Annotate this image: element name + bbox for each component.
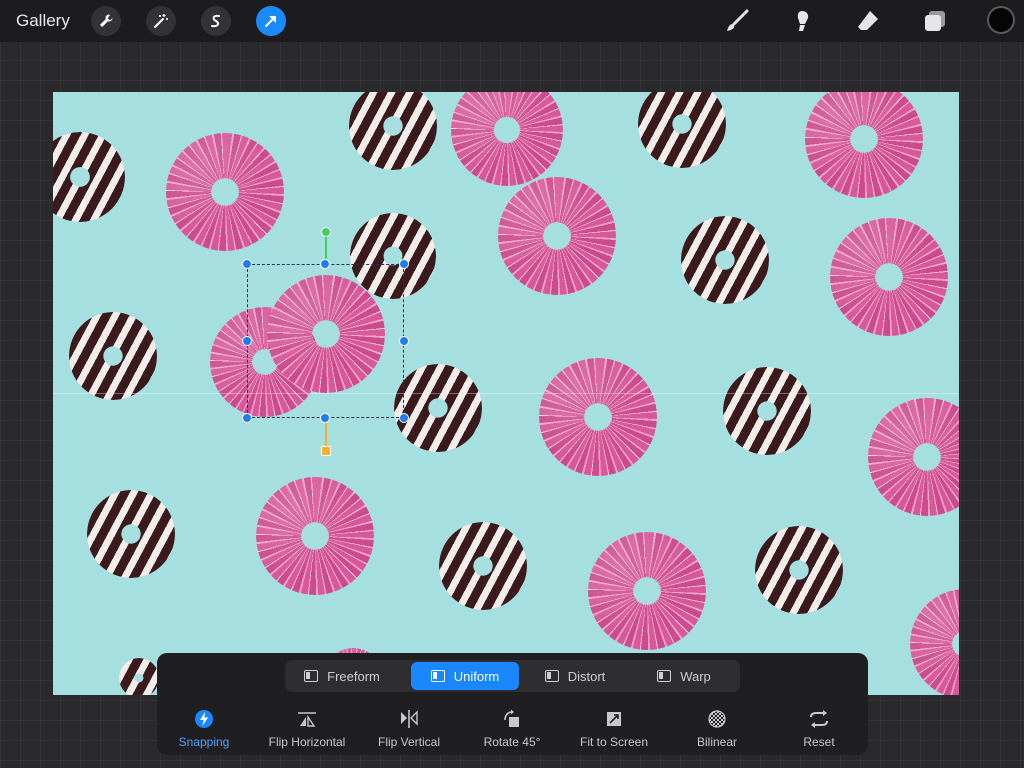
transform-button[interactable] xyxy=(256,6,286,36)
transform-arrow-icon xyxy=(265,16,276,27)
selection-button[interactable] xyxy=(201,6,231,36)
transform-panel: Freeform Uniform Distort Warp Snapping F… xyxy=(157,653,868,755)
transform-handle[interactable] xyxy=(320,413,330,423)
pink-donut xyxy=(451,92,563,186)
layers-icon xyxy=(925,11,945,31)
wrench-icon xyxy=(100,14,113,27)
mode-warp[interactable]: Warp xyxy=(630,662,738,690)
flip-vertical-button[interactable]: Flip Vertical xyxy=(354,708,464,749)
freeform-icon xyxy=(304,670,319,682)
snapping-button[interactable]: Snapping xyxy=(149,708,259,749)
flip-vertical-icon xyxy=(398,708,420,730)
transform-handle[interactable] xyxy=(399,259,409,269)
distort-icon xyxy=(544,670,559,682)
artwork-canvas[interactable] xyxy=(53,92,959,695)
pink-donut xyxy=(588,532,706,650)
brush-icon xyxy=(727,9,749,31)
transform-bounding-box[interactable] xyxy=(247,264,404,418)
chocolate-donut xyxy=(394,364,482,452)
rotation-handle[interactable] xyxy=(321,227,331,237)
transform-handle[interactable] xyxy=(320,259,330,269)
rotate-45-icon xyxy=(501,708,523,730)
adjustments-button[interactable] xyxy=(146,6,176,36)
gallery-button[interactable]: Gallery xyxy=(16,11,70,31)
transform-handle[interactable] xyxy=(242,413,252,423)
bilinear-icon xyxy=(706,708,728,730)
chocolate-donut xyxy=(439,522,527,610)
fit-to-screen-icon xyxy=(603,708,625,730)
flip-horizontal-button[interactable]: Flip Horizontal xyxy=(252,708,362,749)
rotate-45-button[interactable]: Rotate 45° xyxy=(457,708,567,749)
warp-icon xyxy=(657,670,672,682)
reset-button[interactable]: Reset xyxy=(764,708,874,749)
chocolate-donut xyxy=(638,92,726,168)
selection-s-icon xyxy=(211,14,220,28)
reset-icon xyxy=(808,708,830,730)
magic-wand-icon xyxy=(154,14,168,28)
chocolate-donut xyxy=(349,92,437,170)
chocolate-donut xyxy=(723,367,811,455)
pink-donut xyxy=(910,589,959,695)
transform-handle[interactable] xyxy=(399,413,409,423)
transform-mode-selector: Freeform Uniform Distort Warp xyxy=(285,660,740,692)
mode-distort[interactable]: Distort xyxy=(521,662,629,690)
actions-wrench-button[interactable] xyxy=(91,6,121,36)
pink-donut xyxy=(539,358,657,476)
chocolate-donut xyxy=(755,526,843,614)
flip-horizontal-icon xyxy=(296,708,318,730)
eraser-tool-button[interactable] xyxy=(853,6,883,36)
chocolate-donut xyxy=(681,216,769,304)
transform-handle[interactable] xyxy=(399,336,409,346)
pink-donut xyxy=(805,92,923,198)
layers-button[interactable] xyxy=(920,6,950,36)
snapping-bolt-icon xyxy=(193,708,215,730)
resize-handle[interactable] xyxy=(321,446,331,456)
chocolate-donut xyxy=(119,658,159,695)
transform-handle[interactable] xyxy=(242,336,252,346)
snapping-guide-line xyxy=(53,393,959,394)
color-picker-button[interactable] xyxy=(987,6,1015,34)
smudge-icon xyxy=(797,11,809,31)
pink-donut xyxy=(256,477,374,595)
chocolate-donut xyxy=(87,490,175,578)
rotation-stem xyxy=(325,234,327,262)
mode-uniform[interactable]: Uniform xyxy=(411,662,519,690)
pink-donut xyxy=(830,218,948,336)
chocolate-donut xyxy=(53,132,125,222)
bilinear-button[interactable]: Bilinear xyxy=(662,708,772,749)
transform-handle[interactable] xyxy=(242,259,252,269)
chocolate-donut xyxy=(69,312,157,400)
pink-donut xyxy=(498,177,616,295)
top-toolbar: Gallery xyxy=(0,0,1024,42)
resize-stem xyxy=(325,420,327,448)
smudge-tool-button[interactable] xyxy=(787,6,817,36)
uniform-icon xyxy=(430,670,445,682)
fit-to-screen-button[interactable]: Fit to Screen xyxy=(559,708,669,749)
brush-tool-button[interactable] xyxy=(722,6,752,36)
pink-donut xyxy=(868,398,959,516)
mode-freeform[interactable]: Freeform xyxy=(287,662,397,690)
pink-donut xyxy=(166,133,284,251)
eraser-icon xyxy=(858,11,878,30)
